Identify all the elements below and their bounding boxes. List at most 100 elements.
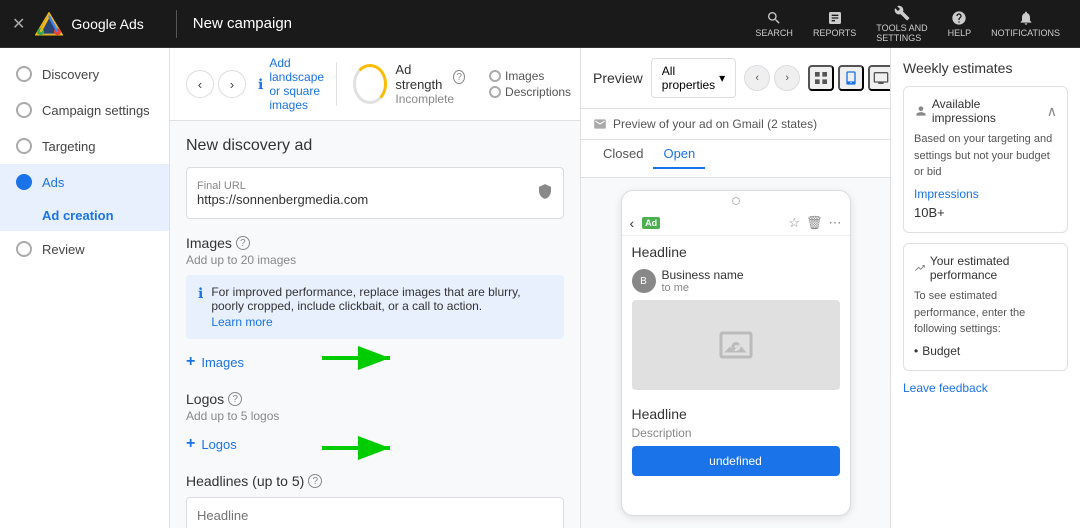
- chevron-down-icon: ▾: [719, 71, 725, 85]
- ads-dot: [16, 174, 32, 190]
- top-nav: ✕ Google Ads New campaign SEARCH REPORTS…: [0, 0, 1080, 48]
- desktop-icon: [873, 70, 889, 86]
- sidebar-item-discovery[interactable]: Discovery: [0, 56, 169, 92]
- review-dot: [16, 241, 32, 257]
- images-label: Images ?: [186, 235, 564, 251]
- logos-section: Logos ? Add up to 5 logos + Logos: [186, 391, 564, 457]
- next-nav-btn[interactable]: ›: [774, 65, 800, 91]
- ad-strength-circle: [353, 64, 387, 104]
- gmail-preview-label: Preview of your ad on Gmail (2 states): [581, 109, 890, 140]
- phone-preview: ‹ Ad ☆ 🗑 ⋯ Headline B Business name to m…: [581, 178, 890, 528]
- cta-button[interactable]: undefined: [632, 446, 840, 476]
- ad-strength-help-icon[interactable]: ?: [453, 70, 465, 84]
- headline-input[interactable]: [186, 497, 564, 528]
- ad-badge: Ad: [642, 217, 660, 229]
- from-name: Business name: [662, 268, 744, 282]
- phone-actions: ☆ 🗑 ⋯: [788, 215, 841, 231]
- image-placeholder: [632, 300, 840, 390]
- alert-body-text: For improved performance, replace images…: [211, 285, 520, 313]
- gmail-preview-text: Preview of your ad on Gmail (2 states): [613, 117, 817, 131]
- weekly-estimates-title: Weekly estimates: [903, 60, 1068, 76]
- add-logos-button[interactable]: + Logos: [186, 431, 237, 457]
- reports-nav-btn[interactable]: REPORTS: [805, 6, 864, 42]
- sidebar-item-label: Review: [42, 242, 85, 257]
- help-icon: [951, 10, 967, 26]
- next-arrow-btn[interactable]: ›: [218, 70, 246, 98]
- prev-nav-btn[interactable]: ‹: [744, 65, 770, 91]
- sidebar-item-review[interactable]: Review: [0, 231, 169, 267]
- available-impressions-section: Available impressions ∧ Based on your ta…: [903, 86, 1068, 233]
- nav-icons: SEARCH REPORTS TOOLS ANDSETTINGS HELP NO…: [747, 1, 1068, 47]
- google-ads-wordmark: Google Ads: [71, 16, 143, 32]
- images-help-icon[interactable]: ?: [236, 236, 250, 250]
- budget-item: • Budget: [914, 342, 1057, 360]
- ad-creation-label: Ad creation: [42, 208, 114, 223]
- center-top-bar: ‹ › ℹ Add landscape or square images Ad …: [170, 48, 580, 121]
- add-images-button[interactable]: + Images: [186, 349, 244, 375]
- help-nav-btn[interactable]: HELP: [940, 6, 980, 42]
- check-row-descriptions: Descriptions: [489, 85, 571, 99]
- images-sub: Add up to 20 images: [186, 253, 564, 267]
- person-icon: [914, 104, 928, 118]
- email-subject: Headline: [622, 236, 850, 264]
- grid-view-btn[interactable]: [808, 65, 834, 91]
- right-panel: Weekly estimates Available impressions ∧…: [890, 48, 1080, 528]
- leave-feedback-link[interactable]: Leave feedback: [903, 381, 1068, 395]
- url-value: https://sonnenbergmedia.com: [197, 192, 527, 207]
- logos-label: Logos ?: [186, 391, 564, 407]
- sidebar-item-targeting[interactable]: Targeting: [0, 128, 169, 164]
- sidebar-item-campaign-settings[interactable]: Campaign settings: [0, 92, 169, 128]
- dropdown-value: All properties: [662, 64, 715, 92]
- reports-label: REPORTS: [813, 28, 856, 38]
- perf-body: To see estimated performance, enter the …: [914, 288, 1057, 360]
- tab-open[interactable]: Open: [653, 140, 705, 169]
- perf-header: Your estimated performance: [914, 254, 1057, 282]
- preview-nav: ‹ ›: [744, 65, 894, 91]
- check-row-images: Images: [489, 69, 571, 83]
- from-to: to me: [662, 282, 744, 294]
- sidebar-item-ad-creation[interactable]: Ad creation: [0, 200, 169, 231]
- search-nav-btn[interactable]: SEARCH: [747, 6, 801, 42]
- nav-divider: [176, 10, 177, 38]
- delete-icon[interactable]: 🗑: [806, 215, 823, 231]
- tools-label: TOOLS ANDSETTINGS: [876, 23, 927, 43]
- sidebar-item-ads[interactable]: Ads: [0, 164, 169, 200]
- sidebar-item-label: Ads: [42, 175, 64, 190]
- checklist: Images Descriptions: [489, 69, 571, 99]
- email-from: B Business name to me: [622, 264, 850, 300]
- status-dot: [732, 197, 740, 205]
- impressions-link[interactable]: Impressions: [914, 185, 1057, 203]
- main-layout: Discovery Campaign settings Targeting Ad…: [0, 48, 1080, 528]
- back-arrow-icon[interactable]: ‹: [630, 215, 635, 231]
- headlines-help-icon[interactable]: ?: [308, 474, 322, 488]
- check-label-descriptions: Descriptions: [505, 85, 571, 99]
- learn-more-link[interactable]: Learn more: [211, 315, 552, 329]
- bullet: •: [914, 342, 918, 360]
- tools-nav-btn[interactable]: TOOLS ANDSETTINGS: [868, 1, 935, 47]
- impressions-value: 10B+: [914, 205, 945, 220]
- targeting-dot: [16, 138, 32, 154]
- campaign-settings-dot: [16, 102, 32, 118]
- more-options-icon[interactable]: ⋯: [829, 215, 842, 231]
- check-label-images: Images: [505, 69, 544, 83]
- mobile-view-btn[interactable]: [838, 65, 864, 91]
- closed-open-tabs: Closed Open: [581, 140, 890, 178]
- prev-arrow-btn[interactable]: ‹: [186, 70, 214, 98]
- google-ads-logo: Google Ads: [35, 12, 143, 36]
- collapse-icon[interactable]: ∧: [1047, 103, 1057, 120]
- notifications-label: NOTIFICATIONS: [991, 28, 1060, 38]
- logos-help-icon[interactable]: ?: [228, 392, 242, 406]
- all-properties-dropdown[interactable]: All properties ▾: [651, 58, 736, 98]
- add-images-plus-icon: +: [186, 353, 195, 371]
- from-details: Business name to me: [662, 268, 744, 294]
- search-icon: [766, 10, 782, 26]
- reports-icon: [827, 10, 843, 26]
- url-icon: [537, 184, 553, 203]
- info-icon: ℹ: [258, 76, 263, 93]
- tab-closed[interactable]: Closed: [593, 140, 653, 169]
- close-icon[interactable]: ✕: [12, 14, 25, 34]
- trending-icon: [914, 261, 926, 275]
- bookmark-icon[interactable]: ☆: [788, 215, 800, 231]
- notifications-nav-btn[interactable]: NOTIFICATIONS: [983, 6, 1068, 42]
- help-label: HELP: [948, 28, 972, 38]
